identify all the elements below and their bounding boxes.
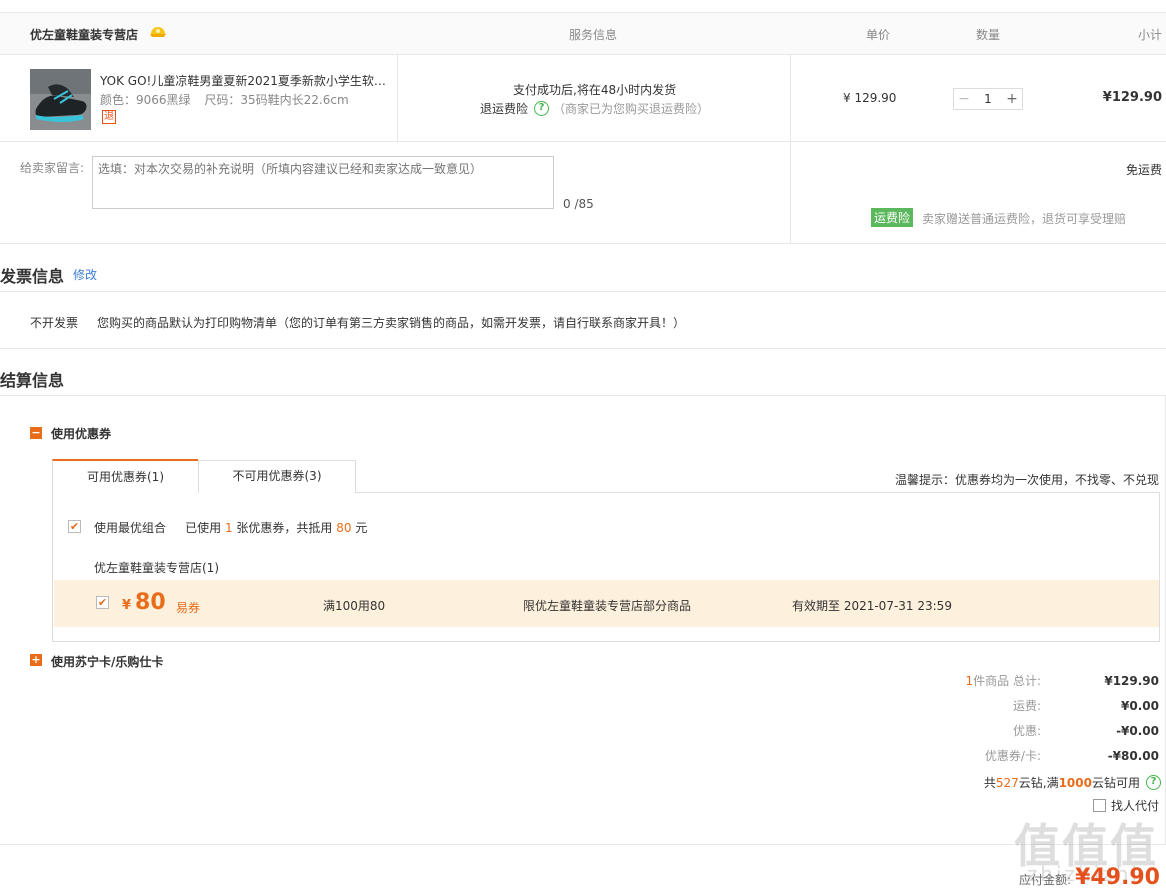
used-prefix: 已使用	[185, 521, 222, 535]
coin-mid: 云钻,满	[1018, 776, 1059, 790]
coupon-expiry: 有效期至 2021-07-31 23:59	[792, 599, 952, 613]
tab-available-coupons[interactable]: 可用优惠券(1)	[52, 459, 198, 493]
best-combo-label: 使用最优组合	[94, 521, 167, 535]
header-subtotal: 小计	[1137, 28, 1162, 42]
help-icon[interactable]: ?	[1146, 775, 1161, 790]
header-unit-price: 单价	[866, 28, 891, 42]
return-insurance-note: （商家已为您购买退运费险）	[553, 102, 710, 116]
shipping-promise: 支付成功后,将在48小时内发货	[513, 83, 677, 97]
coupon-store-name: 优左童鞋童装专营店(1)	[94, 561, 219, 575]
coupon-item[interactable]: ✔ ¥80 易券 满100用80 限优左童鞋童装专营店部分商品 有效期至 202…	[54, 580, 1159, 627]
return-insurance-label: 退运费险	[480, 102, 529, 116]
payable-label: 应付金额:	[1019, 873, 1072, 887]
payable-amount-line: 应付金额: ¥49.90	[1019, 865, 1160, 890]
store-name[interactable]: 优左童鞋童装专营店	[30, 26, 138, 43]
coupon-currency: ¥	[122, 598, 132, 613]
card-toggle[interactable]: 使用苏宁卡/乐购仕卡	[51, 653, 163, 670]
summary-discount: 优惠: -¥0.00	[941, 722, 1159, 739]
coin-count: 527	[995, 775, 1019, 790]
summary-total: 1件商品 总计: ¥129.90	[941, 672, 1160, 689]
summary-coupon-label: 优惠券/卡:	[984, 749, 1041, 763]
coupon-checkbox[interactable]: ✔	[96, 596, 109, 609]
best-combo-line: 使用最优组合 已使用 1 张优惠券，共抵用 80 元	[94, 519, 367, 536]
column-divider	[790, 54, 791, 244]
summary-total-label: 1件商品 总计:	[941, 672, 1042, 689]
order-store-block: 优左童鞋童装专营店 服务信息 单价 数量 小计 YOK GO!儿童凉鞋男童夏新2…	[0, 12, 1166, 244]
return-badge: 退	[102, 110, 116, 124]
return-insurance-line: 退运费险 ? （商家已为您购买退运费险）	[480, 100, 709, 117]
collapse-icon[interactable]: −	[30, 427, 42, 439]
invoice-edit-link[interactable]: 修改	[73, 266, 97, 283]
invoice-description: 您购买的商品默认为打印购物清单（您的订单有第三方卖家销售的商品，如需开发票，请自…	[97, 316, 686, 330]
seller-message-input[interactable]	[92, 156, 554, 209]
shipping-fee: 免运费	[1125, 163, 1162, 177]
coupon-kind: 易券	[176, 601, 201, 615]
used-suffix: 元	[355, 521, 368, 535]
coupon-toggle[interactable]: 使用优惠券	[51, 425, 111, 442]
message-label: 给卖家留言:	[20, 161, 85, 175]
settlement-box: − 使用优惠券 可用优惠券(1) 不可用优惠券(3) 温馨提示：优惠券均为一次使…	[0, 395, 1166, 845]
store-header: 优左童鞋童装专营店 服务信息 单价 数量 小计	[0, 13, 1166, 55]
payable-amount: ¥49.90	[1075, 865, 1160, 890]
item-count: 1	[965, 674, 974, 688]
column-divider	[397, 55, 398, 142]
coupon-tip: 温馨提示：优惠券均为一次使用，不找零、不兑现	[894, 473, 1159, 487]
header-service: 服务信息	[569, 28, 618, 42]
product-title[interactable]: YOK GO!儿童凉鞋男童夏新2021夏季新款小学生软…	[100, 72, 390, 89]
used-amount: 80	[336, 521, 352, 535]
coupon-value: 80	[135, 590, 166, 615]
header-quantity: 数量	[976, 28, 1001, 42]
product-row: YOK GO!儿童凉鞋男童夏新2021夏季新款小学生软… 颜色：9066黑绿 尺…	[0, 55, 1166, 142]
product-image[interactable]	[30, 69, 91, 130]
quantity-value[interactable]: 1	[974, 92, 1002, 106]
shipping-insurance-tag: 运费险	[871, 208, 914, 227]
summary-coupon-value: -¥80.00	[1107, 748, 1159, 763]
product-spec: 颜色：9066黑绿 尺码：35码鞋内长22.6cm	[100, 91, 359, 108]
coupon-scope: 限优左童鞋童装专营店部分商品	[523, 599, 692, 613]
best-combo-checkbox[interactable]: ✔	[68, 520, 81, 533]
tab-unavailable-coupons[interactable]: 不可用优惠券(3)	[198, 460, 356, 493]
quantity-decrease-button[interactable]: −	[954, 89, 974, 109]
used-count: 1	[224, 521, 233, 535]
product-size: 尺码：35码鞋内长22.6cm	[204, 93, 349, 107]
message-char-count: 0 /85	[563, 197, 594, 211]
settlement-title: 结算信息	[0, 371, 65, 390]
coupon-amount: ¥80	[122, 590, 166, 615]
summary-discount-label: 优惠:	[1012, 724, 1041, 738]
quantity-increase-button[interactable]: +	[1002, 89, 1022, 109]
invoice-type: 不开发票	[30, 316, 79, 330]
coin-threshold: 1000	[1058, 775, 1092, 790]
coin-suffix: 云钻可用	[1091, 776, 1140, 790]
help-icon[interactable]: ?	[534, 101, 550, 116]
checkout-page: 优左童鞋童装专营店 服务信息 单价 数量 小计 YOK GO!儿童凉鞋男童夏新2…	[0, 0, 1166, 893]
summary-discount-value: -¥0.00	[1116, 723, 1159, 738]
unit-price: ¥ 129.90	[843, 91, 897, 105]
item-count-label: 件商品 总计:	[973, 674, 1041, 688]
item-subtotal: ¥129.90	[1102, 90, 1162, 105]
cloud-diamond-line: 共 527 云钻,满 1000 云钻可用 ?	[984, 774, 1161, 791]
coin-prefix: 共	[983, 776, 996, 790]
coupon-panel: ✔ 使用最优组合 已使用 1 张优惠券，共抵用 80 元 优左童鞋童装专营店(1…	[52, 492, 1160, 642]
summary-coupon: 优惠券/卡: -¥80.00	[941, 747, 1159, 764]
summary-shipping-value: ¥0.00	[1121, 698, 1159, 713]
invoice-title: 发票信息	[0, 267, 65, 286]
invoice-box: 不开发票 您购买的商品默认为打印购物清单（您的订单有第三方卖家销售的商品，如需开…	[0, 291, 1166, 349]
summary-shipping: 运费: ¥0.00	[941, 697, 1159, 714]
message-row: 给卖家留言: 0 /85 免运费 运费险 卖家赠送普通运费险，退货可享受理赔	[0, 54, 1166, 244]
summary-total-value: ¥129.90	[1104, 673, 1159, 688]
summary-shipping-label: 运费:	[1012, 699, 1041, 713]
expand-icon[interactable]: +	[30, 654, 42, 666]
product-color: 颜色：9066黑绿	[100, 93, 191, 107]
quantity-stepper: − 1 +	[953, 88, 1023, 110]
coupon-condition: 满100用80	[323, 599, 386, 613]
used-mid: 张优惠券，共抵用	[236, 521, 333, 535]
store-badge-icon	[150, 27, 166, 37]
shipping-insurance-note: 卖家赠送普通运费险，退货可享受理赔	[922, 212, 1127, 226]
